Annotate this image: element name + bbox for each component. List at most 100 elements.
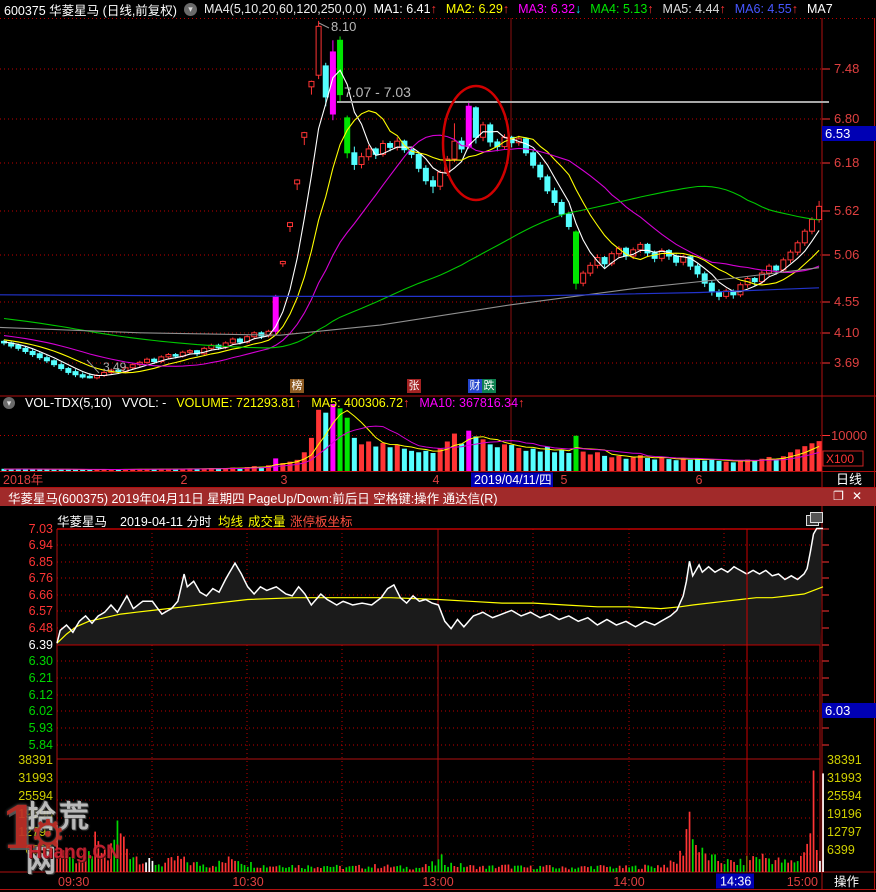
volume-scale-left: 19196: [18, 807, 53, 821]
volume-bar: [573, 435, 579, 471]
volume-indicator-value: VOLUME: 721293.81↑: [176, 396, 302, 410]
minute-volume-bar: [218, 860, 220, 872]
collapse-icon[interactable]: ▾: [3, 397, 15, 409]
candle-body: [522, 138, 529, 154]
minute-volume-bar: [100, 852, 103, 872]
candle-body: [144, 358, 150, 363]
volume-bar: [466, 430, 472, 471]
minute-volume-bar: [59, 856, 62, 872]
minute-volume-bar: [752, 856, 754, 872]
minute-volume-bar: [189, 865, 192, 872]
volume-multiplier-box: X100: [822, 450, 864, 467]
period-label[interactable]: 日线: [836, 472, 862, 487]
minute-volume-bar: [622, 868, 624, 872]
minute-volume-bar: [94, 831, 96, 872]
close-icon[interactable]: ✕: [852, 489, 870, 503]
minute-volume-bar: [243, 865, 246, 872]
minute-volume-bar: [644, 864, 646, 872]
candle-body: [637, 243, 644, 251]
volume-bar: [537, 451, 543, 471]
minute-volume-bar: [631, 866, 634, 872]
minute-volume-bar: [469, 865, 472, 872]
candle-body: [43, 357, 50, 362]
minute-volume-bar: [145, 862, 147, 872]
info-mine-badge[interactable]: 榜: [290, 379, 304, 393]
minute-volume-bar: [138, 864, 141, 872]
intraday-price-label: 6.85: [29, 555, 53, 569]
minute-volume-bar: [418, 868, 421, 872]
ma5-line: [3, 69, 820, 377]
minute-volume-bar: [148, 858, 151, 872]
minute-volume-bar: [380, 867, 383, 872]
minute-volume-bar: [466, 866, 468, 872]
minute-volume-bar: [250, 862, 252, 872]
minute-volume-bar: [119, 833, 122, 872]
price-label: 6.18: [834, 155, 859, 170]
volume-bar: [594, 452, 600, 471]
volume-bar: [416, 452, 422, 471]
cursor-price: 6.03: [825, 703, 850, 718]
price-label: 5.06: [834, 247, 859, 262]
volume-bar: [330, 404, 336, 471]
ma250-line: [0, 287, 820, 297]
volume-bar: [709, 459, 715, 471]
minute-volume-bar: [583, 866, 586, 872]
minute-volume-bar: [281, 867, 284, 872]
candle-body: [422, 167, 429, 182]
minute-volume-bar: [507, 864, 510, 872]
volume-scale-right: 31993: [827, 771, 862, 785]
maximize-icon[interactable]: ❐: [833, 489, 852, 503]
minute-volume-bar: [539, 865, 541, 872]
intraday-header-item[interactable]: 成交量: [248, 511, 286, 530]
volume-bar: [609, 457, 615, 471]
minute-volume-bar: [110, 843, 112, 872]
minute-volume-bar: [587, 867, 589, 872]
candle-body: [487, 124, 494, 143]
intraday-header-item[interactable]: 涨停板坐标: [290, 511, 353, 530]
time-label: 09:30: [58, 875, 89, 889]
minute-volume-bar: [310, 866, 313, 872]
minute-volume-bar: [726, 859, 729, 872]
minute-volume-bar: [498, 866, 500, 872]
candle-body: [472, 107, 479, 138]
minute-volume-bar: [348, 866, 351, 872]
intraday-fill: [57, 528, 823, 645]
minute-volume-bar: [523, 867, 526, 872]
minute-volume-bar: [355, 865, 357, 872]
volume-scale-label: 10000: [831, 428, 867, 443]
info-mine-badge[interactable]: 财: [468, 379, 482, 393]
minute-volume-bar: [504, 864, 507, 872]
minute-volume-bar: [164, 862, 166, 872]
minute-volume-bar: [691, 839, 694, 872]
minute-volume-bar: [396, 866, 398, 872]
minute-volume-bar: [552, 867, 554, 872]
cursor-time: 14:36: [720, 875, 751, 889]
info-mine-badge[interactable]: 跌: [482, 379, 496, 393]
minute-volume-bar: [412, 869, 414, 872]
candle-body: [301, 132, 308, 138]
candle-body: [558, 201, 565, 215]
minute-volume-bar: [339, 865, 341, 872]
intraday-header-item[interactable]: 均线: [218, 511, 243, 530]
minute-volume-bar: [733, 861, 735, 872]
candle-body: [773, 265, 780, 271]
candle-body: [79, 374, 86, 378]
action-button[interactable]: 操作: [834, 874, 860, 889]
minute-volume-bar: [288, 867, 290, 872]
candle-body: [644, 243, 651, 254]
minute-volume-bar: [580, 866, 583, 872]
candle-body: [151, 358, 158, 363]
info-mine-badge[interactable]: 张: [407, 379, 421, 393]
candle-body: [451, 140, 458, 160]
popup-window-icon[interactable]: [806, 512, 823, 526]
volume-bar: [795, 449, 801, 471]
minute-volume-bar: [173, 860, 176, 872]
minute-volume-bar: [72, 857, 74, 872]
intraday-price-label: 6.21: [29, 671, 53, 685]
intraday-price-label: 6.12: [29, 688, 53, 702]
month-label: 3: [281, 473, 288, 487]
intraday-chart: 7.03 6.94 6.85 6.76 6.66 6.57 6.48 6.39 6.30 6.21…: [0, 506, 876, 890]
minute-volume-bar: [202, 864, 205, 872]
volume-bar: [401, 448, 407, 471]
minute-volume-bar: [183, 856, 185, 872]
